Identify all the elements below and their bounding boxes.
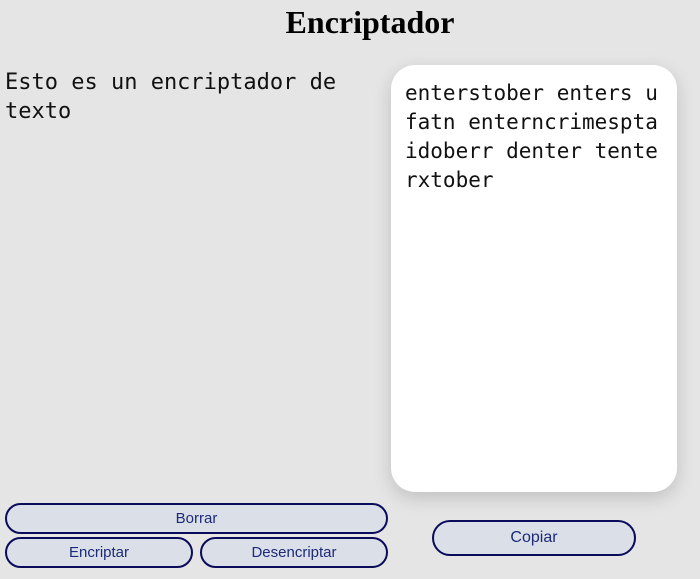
encrypt-button[interactable]: Encriptar bbox=[5, 537, 193, 568]
output-text: enterstober enters ufatn enterncrimespta… bbox=[405, 81, 658, 192]
decrypt-button[interactable]: Desencriptar bbox=[200, 537, 388, 568]
text-input[interactable]: Esto es un encriptador de texto bbox=[5, 68, 375, 488]
page-title: Encriptador bbox=[285, 4, 455, 40]
copy-button[interactable]: Copiar bbox=[432, 520, 636, 556]
output-panel: enterstober enters ufatn enterncrimespta… bbox=[391, 65, 677, 492]
clear-button[interactable]: Borrar bbox=[5, 503, 388, 534]
